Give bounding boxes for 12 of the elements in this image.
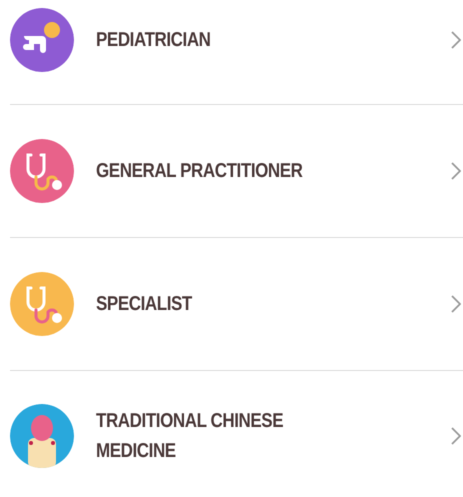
chevron-right-icon <box>451 162 461 180</box>
chevron-right-icon <box>451 295 461 313</box>
list-item[interactable]: TRADITIONAL CHINESE MEDICINE <box>10 371 463 496</box>
item-label: PEDIATRICIAN <box>96 28 212 53</box>
item-label: GENERAL PRACTITIONER <box>96 159 304 184</box>
item-label: TRADITIONAL CHINESE MEDICINE <box>96 409 284 464</box>
list-item[interactable]: SPECIALIST <box>10 238 463 370</box>
list-item[interactable]: PEDIATRICIAN <box>10 0 463 104</box>
chevron-right-icon <box>451 31 461 49</box>
chevron-right-icon <box>451 427 461 445</box>
list-item[interactable]: GENERAL PRACTITIONER <box>10 105 463 237</box>
item-label: SPECIALIST <box>96 292 193 317</box>
